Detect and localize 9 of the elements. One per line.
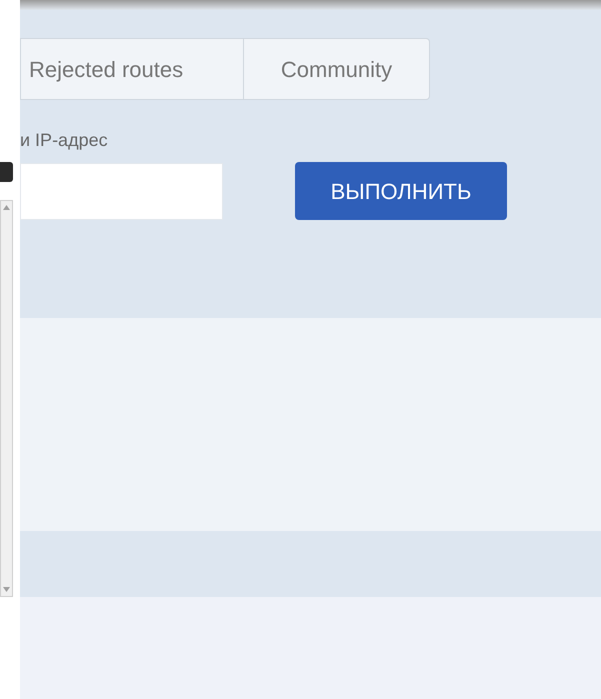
tab[interactable]: Community [244,38,430,100]
scroll-down-icon[interactable] [3,587,10,592]
scroll-up-icon[interactable] [3,205,10,210]
scrollbar[interactable] [0,200,13,597]
run-button[interactable]: ВЫПОЛНИТЬ [295,162,507,220]
ip-address-field[interactable] [20,162,223,220]
tooltip-edge [0,162,13,182]
field-label: и IP-адрес [20,130,109,150]
tab[interactable]: Rejected routes [20,38,244,100]
